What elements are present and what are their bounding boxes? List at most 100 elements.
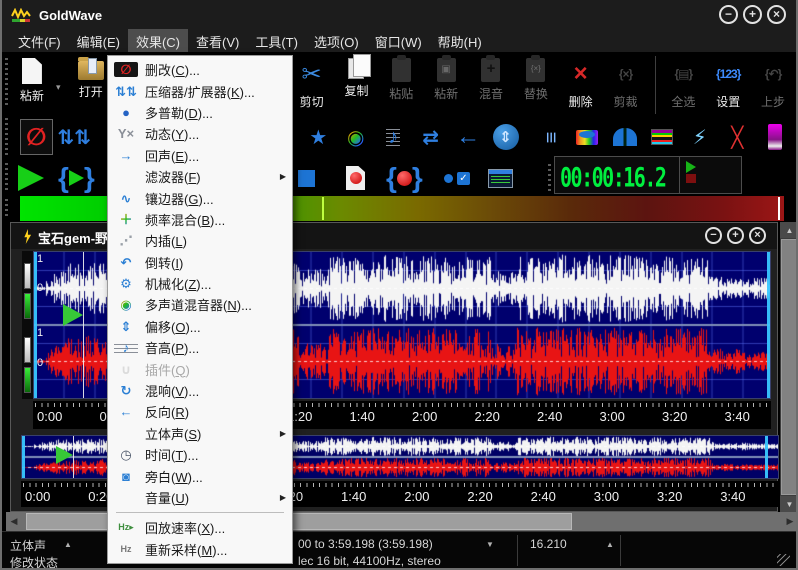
menu-item[interactable]: ⇕ 偏移(O)... ▶ <box>108 316 292 337</box>
scroll-right-icon[interactable]: ▶ <box>782 512 798 531</box>
toolbar-button[interactable]: 替换 <box>514 56 558 114</box>
scroll-up-icon[interactable]: ▲ <box>780 222 798 238</box>
toolbar-grip[interactable] <box>5 199 8 219</box>
toolbar-button[interactable]: × 删除 <box>559 56 603 114</box>
toolbar-button[interactable]: ✂ 剪切 <box>290 56 334 114</box>
menu-item[interactable]: 音量(U) ▶ <box>108 487 292 508</box>
toolbar-grip[interactable] <box>5 118 8 156</box>
minimize-button[interactable]: − <box>719 5 738 24</box>
selection-toggle-icon[interactable]: ▼ <box>486 540 494 549</box>
effect-toolbar-button[interactable]: ⇕ <box>489 119 521 155</box>
effect-toolbar-button[interactable] <box>609 119 641 155</box>
menu-item[interactable]: ∿ 镶边器(G)... ▶ <box>108 187 292 208</box>
menu-bar-item[interactable]: 选项(O) <box>306 29 367 54</box>
position-value[interactable]: 16.210 <box>530 537 567 551</box>
toolbar-button[interactable]: {123} 设置 <box>706 56 750 114</box>
toolbar-grip[interactable] <box>5 58 8 108</box>
playback-position-marker[interactable] <box>63 304 83 326</box>
effect-toolbar-button[interactable] <box>759 119 791 155</box>
toolbar-grip[interactable] <box>5 163 8 193</box>
doc-close-button[interactable]: × <box>749 227 766 244</box>
menu-item[interactable]: Y× 动态(Y)... ▶ <box>108 123 292 144</box>
effect-toolbar-button[interactable]: ← <box>452 119 484 155</box>
menu-bar-item[interactable]: 编辑(E) <box>69 29 128 54</box>
toolbar-button[interactable]: 混音 <box>469 56 513 114</box>
play-selection-button[interactable]: {} <box>58 160 95 196</box>
record-new-button[interactable] <box>346 160 365 196</box>
selection-range-value[interactable]: 00 to 3:59.198 (3:59.198) <box>298 537 433 551</box>
menu-item[interactable]: ∪ 插件(Q) ▶ <box>108 358 292 379</box>
maximize-button[interactable]: + <box>743 5 762 24</box>
menu-item[interactable]: → 回声(E)... ▶ <box>108 145 292 166</box>
toolbar-button[interactable]: 粘新 <box>424 56 468 114</box>
toolbar-button[interactable]: {↶} 上步 <box>751 56 795 114</box>
play-button[interactable] <box>18 160 44 196</box>
modified-flag-icon <box>23 229 32 244</box>
effect-toolbar-button[interactable]: ⚡ <box>684 119 716 155</box>
overview-position-marker[interactable] <box>56 446 73 464</box>
selection-end-marker[interactable] <box>767 252 770 398</box>
control-properties-button[interactable] <box>488 160 513 196</box>
menu-item[interactable]: ◙ 旁白(W)... ▶ <box>108 465 292 486</box>
menu-item[interactable]: ← 反向(R) ▶ <box>108 401 292 422</box>
menu-bar-item[interactable]: 效果(C) <box>128 29 188 54</box>
menu-bar-item[interactable]: 窗口(W) <box>367 29 430 54</box>
effect-toolbar-button[interactable]: ⇄ <box>414 119 446 155</box>
vertical-scroll-thumb[interactable] <box>781 239 798 495</box>
recent-files-dropdown-icon[interactable]: ▾ <box>56 82 61 93</box>
menu-item[interactable]: ↶ 倒转(I) ▶ <box>108 252 292 273</box>
menu-item[interactable]: ⇅⇅ 压缩器/扩展器(K)... ▶ <box>108 80 292 101</box>
doc-minimize-button[interactable]: − <box>705 227 722 244</box>
menu-item[interactable]: ⚙ 机械化(Z)... ▶ <box>108 273 292 294</box>
effect-toolbar-button[interactable]: ◉ <box>340 119 372 155</box>
menu-item[interactable]: ♪ 音高(P)... ▶ <box>108 337 292 358</box>
effect-toolbar-button[interactable]: ★ <box>302 119 334 155</box>
menu-item[interactable]: 滤波器(F) ▶ <box>108 166 292 187</box>
menu-item[interactable]: ↻ 混响(V)... ▶ <box>108 380 292 401</box>
effect-toolbar-button[interactable] <box>571 119 603 155</box>
channel-strip[interactable] <box>22 251 33 399</box>
menu-bar-item[interactable]: 文件(F) <box>10 29 69 54</box>
menu-item[interactable]: ◷ 时间(T)... ▶ <box>108 444 292 465</box>
resize-grip[interactable] <box>777 554 790 566</box>
toolbar-button[interactable]: 复制 <box>335 56 379 114</box>
close-button[interactable]: × <box>767 5 786 24</box>
menu-item[interactable]: ● 多普勒(D)... ▶ <box>108 102 292 123</box>
effect-toolbar-button[interactable]: ♪ <box>377 119 409 155</box>
menu-item[interactable]: ▶ <box>116 512 284 513</box>
effect-toolbar-button[interactable]: ≡ <box>534 119 566 155</box>
toolbar-button[interactable]: 粘贴 <box>379 56 423 114</box>
menu-item[interactable]: ◉ 多声道混音器(N)... ▶ <box>108 294 292 315</box>
effect-toolbar-button[interactable]: ∅ <box>20 119 53 155</box>
menu-item[interactable]: 立体声(S) ▶ <box>108 423 292 444</box>
stop-button[interactable] <box>298 160 315 196</box>
effect-toolbar-button[interactable]: ╳ <box>721 119 753 155</box>
menu-item[interactable]: Hz 重新采样(M)... ▶ <box>108 539 292 560</box>
selection-start-marker[interactable] <box>34 252 37 398</box>
vertical-scrollbar[interactable]: ▲ ▼ <box>780 222 798 512</box>
menu-item[interactable]: ⋰ 内插(L) ▶ <box>108 230 292 251</box>
toolbar-button[interactable]: {▤} 全选 <box>655 56 705 114</box>
toolbar-button[interactable]: 粘新 <box>10 56 54 114</box>
monitor-button[interactable]: ✓ <box>444 160 470 196</box>
position-toggle-icon[interactable]: ▲ <box>606 540 614 549</box>
channel-mode-toggle-icon[interactable]: ▲ <box>64 540 72 549</box>
menu-bar-item[interactable]: 工具(T) <box>247 29 306 54</box>
record-selection-button[interactable]: {} <box>386 160 423 196</box>
menu-item[interactable]: ∅ 删改(C)... ▶ <box>108 59 292 80</box>
doc-maximize-button[interactable]: + <box>727 227 744 244</box>
menu-bar-item[interactable]: 帮助(H) <box>430 29 490 54</box>
title-bar[interactable]: GoldWave − + × <box>2 0 796 30</box>
effect-toolbar-button[interactable] <box>646 119 678 155</box>
scroll-left-icon[interactable]: ◀ <box>6 512 22 531</box>
menu-item[interactable]: ＋ 频率混合(B)... ▶ <box>108 209 292 230</box>
pitch-icon: ♪ <box>114 341 138 354</box>
effect-toolbar-button[interactable]: ⇅⇅ <box>58 119 92 155</box>
overview-selection-start-marker[interactable] <box>22 436 25 478</box>
menu-bar-item[interactable]: 查看(V) <box>188 29 247 54</box>
overview-selection-end-marker[interactable] <box>765 436 768 478</box>
channel-mode-label[interactable]: 立体声 <box>10 537 46 554</box>
menu-item[interactable]: Hz▸ 回放速率(X)... ▶ <box>108 517 292 538</box>
toolbar-button[interactable]: {×} 剪裁 <box>604 56 648 114</box>
scroll-down-icon[interactable]: ▼ <box>780 496 798 512</box>
